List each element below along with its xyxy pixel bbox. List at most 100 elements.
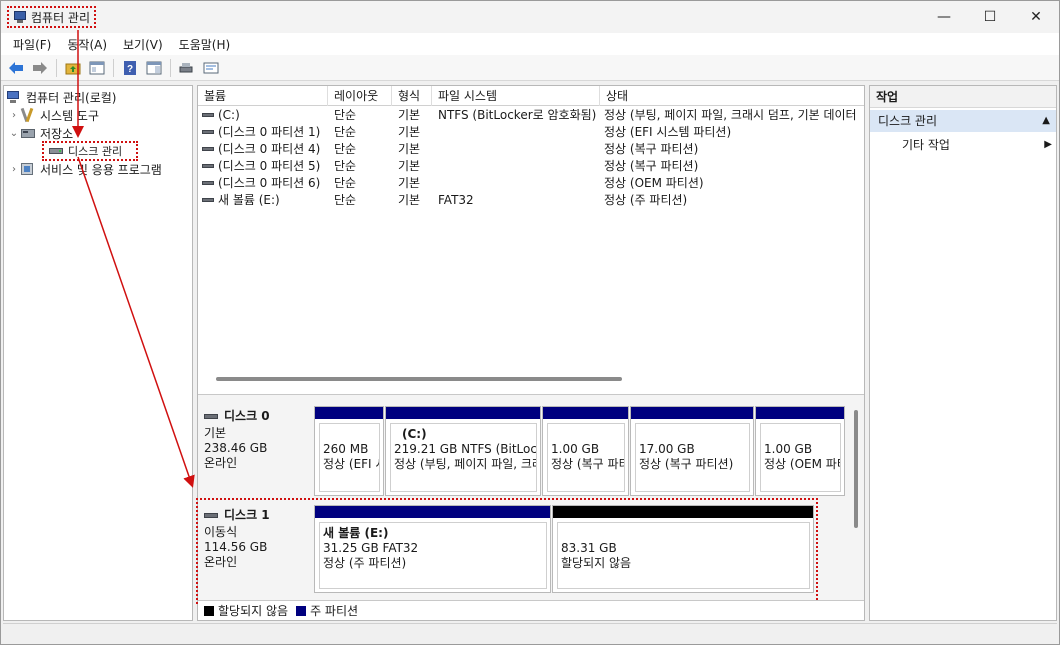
tree-item-system-tools[interactable]: › 시스템 도구 xyxy=(8,106,99,124)
horizontal-scrollbar[interactable] xyxy=(216,377,622,381)
tree-item-disk-management[interactable]: 디스크 관리 xyxy=(42,141,138,161)
column-header-file-system[interactable]: 파일 시스템 xyxy=(432,86,600,106)
back-arrow-icon xyxy=(9,61,23,74)
action-pane-icon xyxy=(146,61,162,74)
submenu-arrow-icon: ▶ xyxy=(1044,139,1052,150)
volume-row[interactable]: (디스크 0 파티션 1) 단순 기본 정상 (EFI 시스템 파티션) xyxy=(198,124,864,141)
close-button[interactable]: ✕ xyxy=(1013,1,1059,33)
volume-layout: 단순 xyxy=(334,176,357,190)
storage-icon xyxy=(20,126,36,140)
disk-1-highlight xyxy=(196,498,818,604)
menu-view[interactable]: 보기(V) xyxy=(115,36,171,53)
primary-partition-bar xyxy=(315,407,383,419)
status-bar xyxy=(3,623,1057,643)
forward-arrow-icon xyxy=(33,61,47,74)
disk-management-icon xyxy=(48,144,64,158)
tree-item-services-applications[interactable]: › 서비스 및 응용 프로그램 xyxy=(8,160,162,178)
volume-name: (디스크 0 파티션 1) xyxy=(218,125,321,139)
tree-label: 서비스 및 응용 프로그램 xyxy=(40,162,162,177)
volume-icon xyxy=(202,197,214,202)
actions-header: 작업 xyxy=(870,86,1056,108)
vertical-scrollbar[interactable] xyxy=(854,410,858,528)
folder-up-icon xyxy=(65,63,81,74)
chevron-down-icon[interactable]: ⌄ xyxy=(8,128,20,139)
volume-row[interactable]: (C:) 단순 기본 NTFS (BitLocker로 암호화됨) 정상 (부팅… xyxy=(198,107,864,124)
volume-type: 기본 xyxy=(398,108,421,122)
volume-row[interactable]: (디스크 0 파티션 6) 단순 기본 정상 (OEM 파티션) xyxy=(198,175,864,192)
forward-button[interactable] xyxy=(29,58,51,78)
column-header-volume[interactable]: 볼륨 xyxy=(198,86,328,106)
disk-0-partition-6[interactable]: 1.00 GB 정상 (OEM 파티션) xyxy=(755,406,845,496)
volume-layout: 단순 xyxy=(334,142,357,156)
menu-action[interactable]: 동작(A) xyxy=(59,36,115,53)
volume-name: 새 볼륨 (E:) xyxy=(218,193,280,207)
tree-label: 시스템 도구 xyxy=(40,108,100,123)
menu-help[interactable]: 도움말(H) xyxy=(171,36,239,53)
toolbar-separator xyxy=(113,58,114,77)
actions-section-disk-management[interactable]: 디스크 관리 ▲ xyxy=(870,110,1056,132)
volume-row[interactable]: (디스크 0 파티션 5) 단순 기본 정상 (복구 파티션) xyxy=(198,158,864,175)
window-controls: — ☐ ✕ xyxy=(921,1,1059,33)
toolbar-separator xyxy=(56,58,57,77)
show-hide-console-tree-button[interactable] xyxy=(86,58,108,78)
column-header-status[interactable]: 상태 xyxy=(600,86,864,106)
chevron-right-icon[interactable]: › xyxy=(8,164,20,175)
up-folder-button[interactable] xyxy=(62,58,84,78)
volume-type: 기본 xyxy=(398,176,421,190)
partition-body: 260 MB 정상 (EFI 시스템 파티션) xyxy=(319,423,380,492)
partition-size: 1.00 GB xyxy=(764,442,813,456)
title-bar[interactable]: 컴퓨터 관리 — ☐ ✕ xyxy=(1,1,1059,33)
console-tree: 컴퓨터 관리(로컬) › 시스템 도구 ⌄ 저장소 디스크 관리 › 서비스 및… xyxy=(3,85,193,621)
help-icon: ? xyxy=(124,60,136,75)
column-header-type[interactable]: 형식 xyxy=(392,86,432,106)
action-pane-button[interactable] xyxy=(143,58,165,78)
back-button[interactable] xyxy=(5,58,27,78)
volume-file-system xyxy=(438,158,600,175)
properties-button[interactable] xyxy=(200,58,222,78)
actions-section-label: 디스크 관리 xyxy=(878,114,938,128)
partition-status: 정상 (복구 파티션) xyxy=(551,457,624,471)
disk-0-partition-c[interactable]: (C:) 219.21 GB NTFS (BitLocker로 암호화됨) 정상… xyxy=(385,406,541,496)
help-button[interactable]: ? xyxy=(119,58,141,78)
volume-status: 정상 (복구 파티션) xyxy=(604,159,699,173)
volume-name: (디스크 0 파티션 6) xyxy=(218,176,321,190)
menu-file[interactable]: 파일(F) xyxy=(5,36,59,53)
toolbar-separator xyxy=(170,58,171,77)
legend-primary: 주 파티션 xyxy=(310,604,359,618)
disk-0-partition-5[interactable]: 17.00 GB 정상 (복구 파티션) xyxy=(630,406,754,496)
disk-0-partition-1[interactable]: 260 MB 정상 (EFI 시스템 파티션) xyxy=(314,406,384,496)
disk-name: 디스크 0 xyxy=(224,409,270,423)
partition-size: 1.00 GB xyxy=(551,442,600,456)
volume-icon xyxy=(202,146,214,151)
maximize-button[interactable]: ☐ xyxy=(967,1,1013,33)
volume-file-system: NTFS (BitLocker로 암호화됨) xyxy=(438,108,597,122)
tree-label: 저장소 xyxy=(40,126,74,141)
volume-type: 기본 xyxy=(398,159,421,173)
volume-name: (디스크 0 파티션 4) xyxy=(218,142,321,156)
more-actions-item[interactable]: 기타 작업 ▶ xyxy=(902,135,1052,155)
console-tree-icon xyxy=(89,61,105,74)
computer-management-window: 컴퓨터 관리 — ☐ ✕ 파일(F) 동작(A) 보기(V) 도움말(H) ? xyxy=(0,0,1060,645)
partition-body: 17.00 GB 정상 (복구 파티션) xyxy=(635,423,750,492)
collapse-up-icon[interactable]: ▲ xyxy=(1042,110,1050,132)
system-tools-icon xyxy=(20,107,36,123)
disk-0-partition-4[interactable]: 1.00 GB 정상 (복구 파티션) xyxy=(542,406,629,496)
tree-item-storage[interactable]: ⌄ 저장소 xyxy=(8,124,73,142)
computer-icon xyxy=(6,90,22,104)
disk-icon xyxy=(204,414,218,419)
computer-management-icon xyxy=(13,10,27,24)
disk-0-label[interactable]: 디스크 0 기본 238.46 GB 온라인 xyxy=(204,409,312,471)
volume-row[interactable]: 새 볼륨 (E:) 단순 기본 FAT32 정상 (주 파티션) xyxy=(198,192,864,209)
volume-layout: 단순 xyxy=(334,193,357,207)
partition-status: 정상 (복구 파티션) xyxy=(639,457,734,471)
minimize-button[interactable]: — xyxy=(921,1,967,33)
connect-disk-button[interactable] xyxy=(176,58,198,78)
tree-item-computer-management[interactable]: 컴퓨터 관리(로컬) xyxy=(6,88,116,106)
partition-legend: 할당되지 않음 주 파티션 xyxy=(198,600,864,620)
toolbar: ? xyxy=(1,55,1059,81)
volume-row[interactable]: (디스크 0 파티션 4) 단순 기본 정상 (복구 파티션) xyxy=(198,141,864,158)
volume-icon xyxy=(202,129,214,134)
chevron-right-icon[interactable]: › xyxy=(8,110,20,121)
volume-file-system xyxy=(438,141,600,158)
column-header-layout[interactable]: 레이아웃 xyxy=(328,86,392,106)
